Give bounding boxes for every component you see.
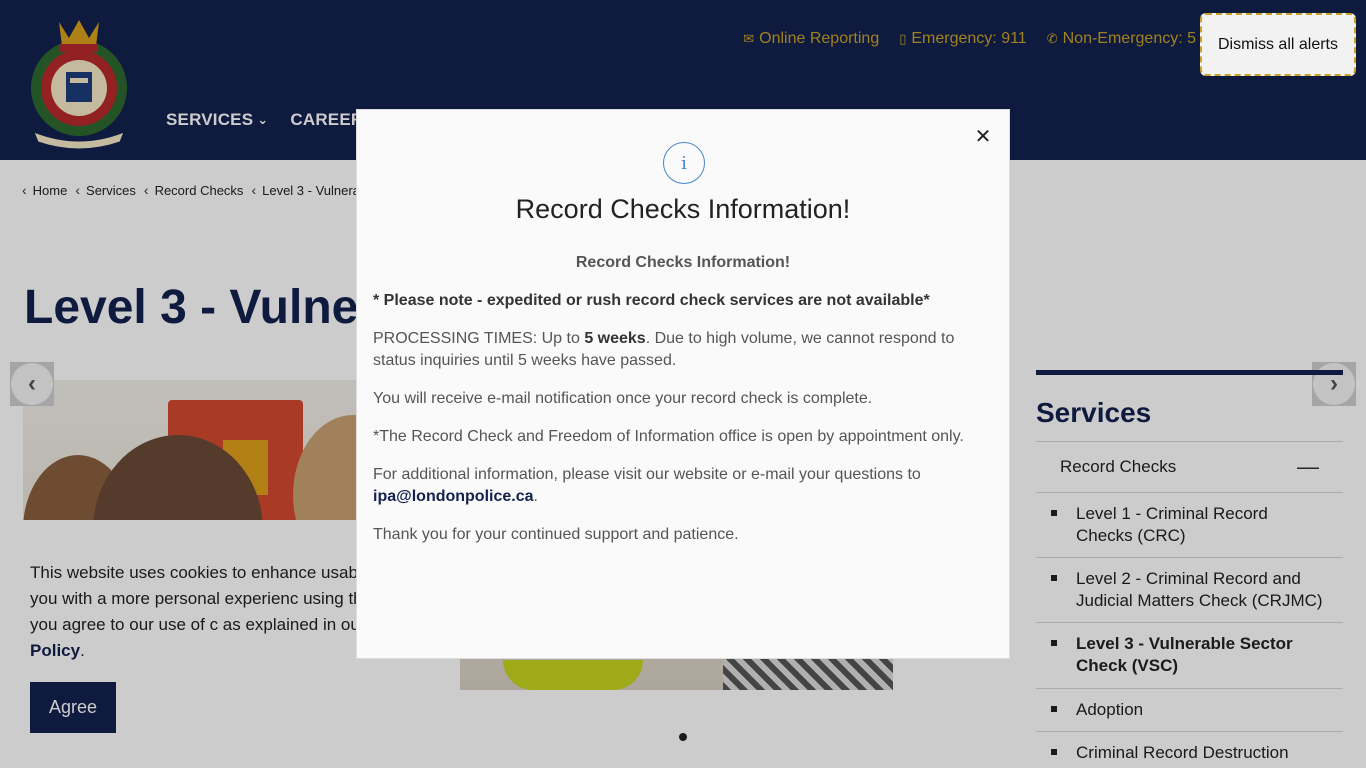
close-icon[interactable]: ✕ [973, 126, 993, 148]
dismiss-all-alerts-button[interactable]: Dismiss all alerts [1200, 13, 1356, 76]
thanks-text: Thank you for your continued support and… [373, 526, 739, 543]
info-icon: i [663, 142, 705, 184]
additional-info: For additional information, please visit… [373, 466, 921, 505]
office-notice: *The Record Check and Freedom of Informa… [373, 428, 964, 445]
record-checks-modal: ✕ i Record Checks Information! Record Ch… [356, 109, 1010, 659]
modal-title: Record Checks Information! [515, 194, 851, 224]
processing-times: PROCESSING TIMES: Up to 5 weeks. Due to … [373, 330, 955, 369]
modal-subtitle: Record Checks Information! [575, 254, 791, 271]
email-link[interactable]: ipa@londonpolice.ca [373, 488, 534, 505]
email-notice: You will receive e-mail notification onc… [373, 390, 873, 407]
modal-body: Record Checks Information! * Please note… [373, 252, 993, 562]
rush-note: * Please note - expedited or rush record… [373, 292, 930, 309]
